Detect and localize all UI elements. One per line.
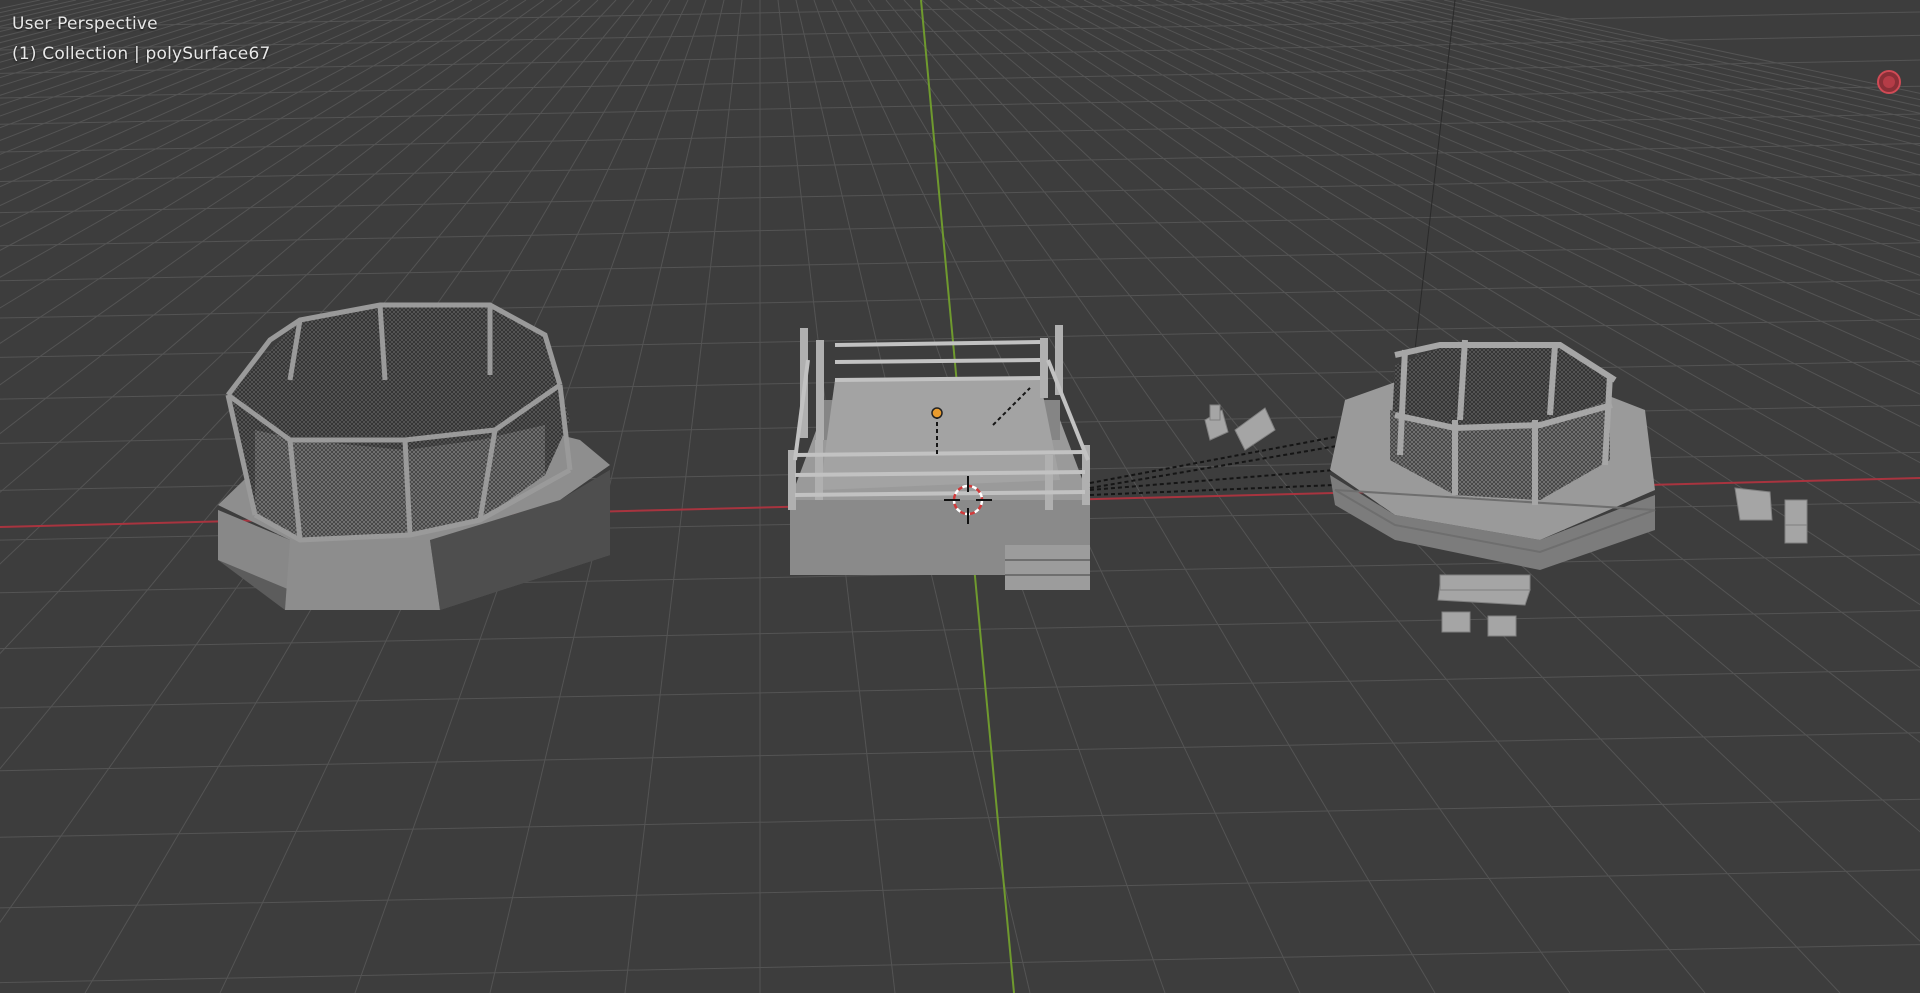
record-icon[interactable] (1877, 70, 1901, 94)
octagon-cage-left[interactable] (218, 302, 610, 610)
viewport-scene[interactable] (0, 0, 1920, 993)
light-icon[interactable] (931, 407, 943, 419)
viewport-context-label: (1) Collection | polySurface67 (12, 44, 271, 64)
3d-viewport[interactable]: User Perspective (1) Collection | polySu… (0, 0, 1920, 993)
octagon-cage-right[interactable] (1330, 339, 1656, 570)
viewport-view-name: User Perspective (12, 14, 158, 34)
